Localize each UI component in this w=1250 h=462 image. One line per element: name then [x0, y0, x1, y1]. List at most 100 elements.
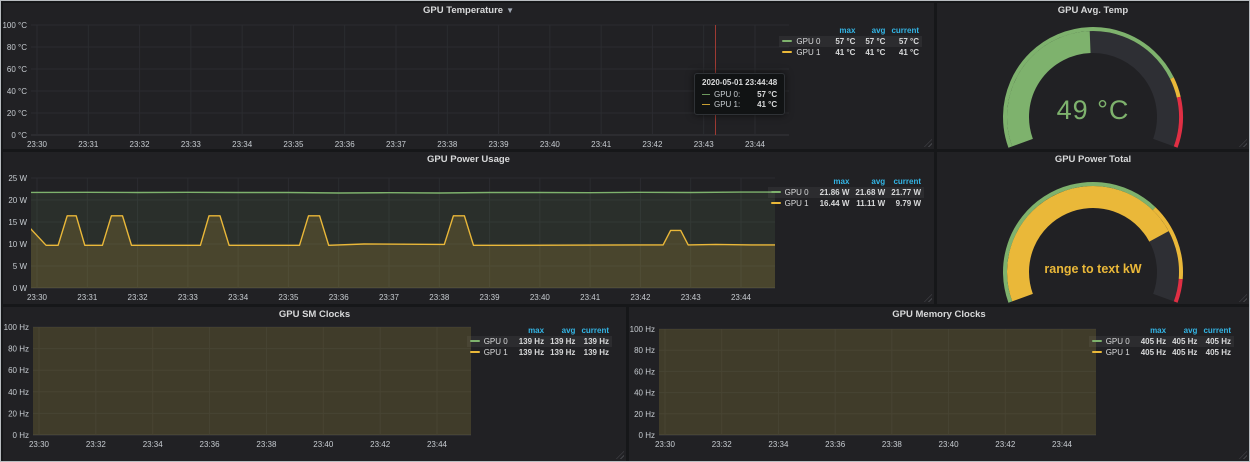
y-tick-label: 0 Hz: [639, 431, 655, 440]
series-swatch-icon: [771, 191, 781, 193]
legend-series-gpu-0[interactable]: GPU 0: [467, 336, 516, 347]
y-tick-label: 0 Hz: [13, 431, 29, 440]
legend-value: 405 Hz: [1169, 336, 1200, 347]
x-tick-label: 23:40: [530, 293, 551, 302]
legend-col-current[interactable]: current: [888, 176, 924, 187]
x-tick-label: 23:37: [379, 293, 400, 302]
legend-header-row: maxavgcurrent: [1089, 325, 1234, 336]
tooltip-series-value: 41 °C: [747, 100, 777, 109]
x-tick-label: 23:30: [27, 293, 48, 302]
legend-value: 57 °C: [858, 36, 888, 47]
x-tick-label: 23:41: [591, 140, 612, 149]
x-tick-label: 23:34: [228, 293, 249, 302]
legend-series-gpu-1[interactable]: GPU 1: [1089, 347, 1138, 358]
series-dash-icon: —: [702, 90, 710, 99]
x-tick-label: 23:44: [1052, 440, 1073, 449]
x-tick-label: 23:32: [712, 440, 733, 449]
x-tick-label: 23:33: [181, 140, 202, 149]
legend-value: 405 Hz: [1138, 336, 1169, 347]
legend-value: 405 Hz: [1169, 347, 1200, 358]
tooltip-series-value: 57 °C: [747, 90, 777, 99]
legend-col-max[interactable]: max: [828, 25, 858, 36]
legend-col-max[interactable]: max: [516, 325, 547, 336]
legend-col-max[interactable]: max: [817, 176, 853, 187]
legend-value: 405 Hz: [1138, 347, 1169, 358]
legend-value: 405 Hz: [1200, 336, 1234, 347]
legend-col-current[interactable]: current: [578, 325, 612, 336]
x-tick-label: 23:38: [256, 440, 277, 449]
y-tick-label: 40 Hz: [8, 388, 29, 397]
y-tick-label: 20 W: [8, 196, 27, 205]
legend-col-avg[interactable]: avg: [852, 176, 888, 187]
y-tick-label: 100 Hz: [4, 323, 29, 332]
legend-row: GPU 021.86 W21.68 W21.77 W: [768, 187, 924, 198]
y-tick-label: 40 °C: [7, 87, 27, 96]
legend-value: 139 Hz: [547, 347, 578, 358]
x-tick-label: 23:40: [313, 440, 334, 449]
legend-col-avg[interactable]: avg: [858, 25, 888, 36]
y-tick-label: 100 Hz: [630, 325, 655, 334]
tooltip-series-label: GPU 1:: [714, 100, 740, 109]
x-tick-label: 23:37: [386, 140, 407, 149]
legend-value: 139 Hz: [547, 336, 578, 347]
x-tick-label: 23:36: [329, 293, 350, 302]
power-total-gauge: [937, 152, 1249, 304]
x-tick-label: 23:42: [995, 440, 1016, 449]
series-area-gpu-1: [33, 327, 471, 435]
series-swatch-icon: [771, 202, 781, 204]
legend-col-avg[interactable]: avg: [1169, 325, 1200, 336]
legend-series-gpu-0[interactable]: GPU 0: [779, 36, 828, 47]
legend-col-current[interactable]: current: [888, 25, 922, 36]
legend-value: 21.86 W: [817, 187, 853, 198]
y-tick-label: 60 °C: [7, 65, 27, 74]
legend-row: GPU 141 °C41 °C41 °C: [779, 47, 922, 58]
tooltip-row: — GPU 1: 41 °C: [702, 100, 777, 109]
legend-value: 139 Hz: [578, 336, 612, 347]
legend-value: 11.11 W: [852, 198, 888, 209]
x-tick-label: 23:40: [939, 440, 960, 449]
legend-value: 21.77 W: [888, 187, 924, 198]
graph-tooltip: 2020-05-01 23:44:48 — GPU 0: 57 °C — GPU…: [694, 73, 785, 115]
legend-series-gpu-1[interactable]: GPU 1: [779, 47, 828, 58]
avg-temp-gauge: [937, 3, 1249, 149]
legend-value: 21.68 W: [852, 187, 888, 198]
panel-gpu-power-total: GPU Power Total range to text kW: [937, 152, 1249, 304]
y-tick-label: 15 W: [8, 218, 27, 227]
x-tick-label: 23:41: [580, 293, 601, 302]
x-tick-label: 23:38: [882, 440, 903, 449]
x-tick-label: 23:35: [278, 293, 299, 302]
legend-row: GPU 1405 Hz405 Hz405 Hz: [1089, 347, 1234, 358]
legend-series-gpu-1[interactable]: GPU 1: [467, 347, 516, 358]
y-tick-label: 5 W: [13, 262, 28, 271]
legend-series-gpu-1[interactable]: GPU 1: [768, 198, 817, 209]
legend-col-max[interactable]: max: [1138, 325, 1169, 336]
series-swatch-icon: [1092, 340, 1102, 342]
power-usage-legend: maxavgcurrentGPU 021.86 W21.68 W21.77 WG…: [768, 176, 924, 209]
x-tick-label: 23:39: [489, 140, 510, 149]
x-tick-label: 23:43: [681, 293, 702, 302]
legend-table: maxavgcurrentGPU 021.86 W21.68 W21.77 WG…: [768, 176, 924, 209]
tooltip-timestamp: 2020-05-01 23:44:48: [702, 78, 777, 87]
legend-series-gpu-0[interactable]: GPU 0: [768, 187, 817, 198]
legend-value: 57 °C: [888, 36, 922, 47]
x-tick-label: 23:31: [77, 293, 98, 302]
legend-value: 405 Hz: [1200, 347, 1234, 358]
x-tick-label: 23:34: [232, 140, 253, 149]
tooltip-series-label: GPU 0:: [714, 90, 740, 99]
x-tick-label: 23:39: [480, 293, 501, 302]
series-area-gpu-1: [659, 329, 1096, 435]
y-tick-label: 80 Hz: [8, 345, 29, 354]
legend-col-current[interactable]: current: [1200, 325, 1234, 336]
power-usage-plot[interactable]: 0 W5 W10 W15 W20 W25 W23:3023:3123:3223:…: [3, 152, 934, 304]
legend-value: 139 Hz: [578, 347, 612, 358]
x-tick-label: 23:32: [86, 440, 107, 449]
y-tick-label: 80 °C: [7, 43, 27, 52]
legend-header-spacer: [768, 176, 817, 187]
x-tick-label: 23:36: [335, 140, 356, 149]
x-tick-label: 23:32: [130, 140, 151, 149]
legend-col-avg[interactable]: avg: [547, 325, 578, 336]
y-tick-label: 20 Hz: [634, 410, 655, 419]
gauge-value: range to text kW: [937, 262, 1249, 276]
legend-series-gpu-0[interactable]: GPU 0: [1089, 336, 1138, 347]
x-tick-label: 23:30: [655, 440, 676, 449]
